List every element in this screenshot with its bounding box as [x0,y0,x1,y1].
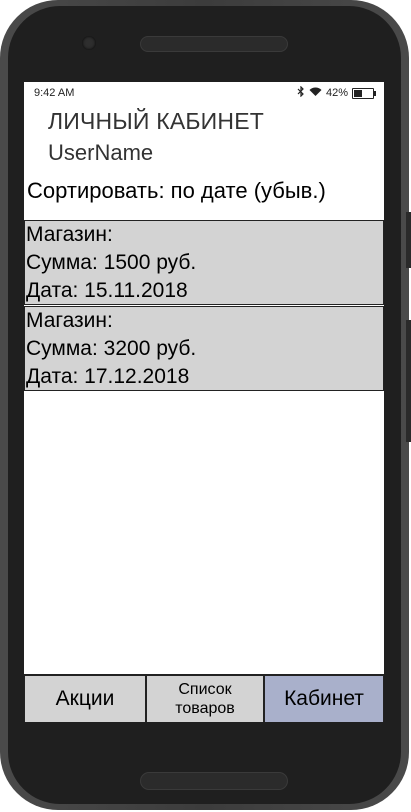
earpiece-speaker [140,36,288,52]
orders-list: Магазин: Сумма: 1500 руб. Дата: 15.11.20… [24,220,384,392]
bluetooth-icon [297,85,305,100]
username-label: UserName [48,140,154,165]
order-date: Дата: 17.12.2018 [26,365,190,388]
tab-products[interactable]: Список товаров [146,675,264,722]
battery-percent: 42% [325,87,348,99]
battery-fill [354,89,362,97]
wifi-icon [309,87,322,100]
tab-promotions[interactable]: Акции [24,675,146,722]
status-icons: 42% [297,85,376,100]
sort-selector[interactable]: Сортировать: по дате (убыв.) [27,178,326,204]
order-store: Магазин: [26,223,113,246]
order-date: Дата: 15.11.2018 [26,279,188,302]
battery-icon [352,87,376,99]
status-time: 9:42 AM [34,87,75,99]
bottom-speaker [140,772,288,790]
order-sum: Сумма: 3200 руб. [26,337,197,360]
front-camera [82,36,96,50]
power-button [406,320,411,442]
app-screen: 9:42 AM 42% ЛИЧНЫЙ КАБИНЕТ UserName Сорт… [24,82,384,722]
bottom-tab-bar: Акции Список товаров Кабинет [24,674,384,722]
status-bar: 9:42 AM 42% [24,82,384,104]
page-title: ЛИЧНЫЙ КАБИНЕТ [48,108,265,134]
tab-products-line2: товаров [175,700,235,717]
tab-products-line1: Список [178,681,232,698]
volume-button [406,212,411,268]
tab-cabinet[interactable]: Кабинет [264,675,384,722]
order-sum: Сумма: 1500 руб. [26,251,197,274]
order-card[interactable]: Магазин: Сумма: 1500 руб. Дата: 15.11.20… [24,220,384,305]
order-card[interactable]: Магазин: Сумма: 3200 руб. Дата: 17.12.20… [24,306,384,391]
order-store: Магазин: [26,309,113,332]
